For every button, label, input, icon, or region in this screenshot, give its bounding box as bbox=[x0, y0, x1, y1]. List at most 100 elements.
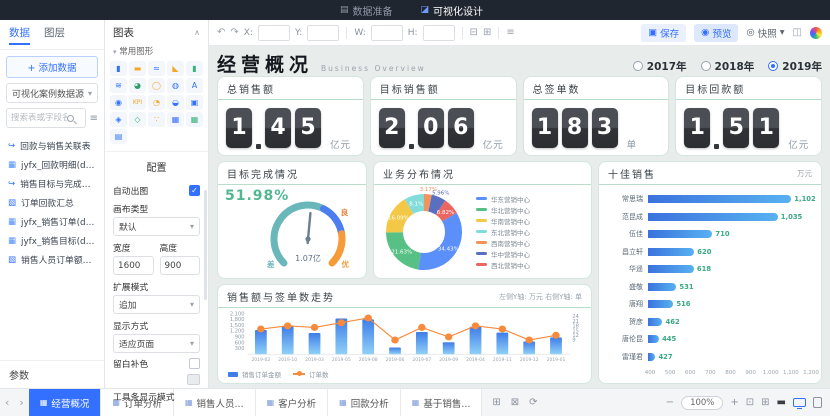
gauge-card[interactable]: 目标完成情况 51.98% 差良优1.07亿 bbox=[217, 161, 367, 279]
snapshot-button[interactable]: ◎ 快照 ▾ bbox=[746, 26, 784, 40]
y-input[interactable] bbox=[307, 25, 339, 41]
collapse-icon[interactable]: ∧ bbox=[194, 28, 200, 37]
datasource-select[interactable]: 可视化案例数据源 ▾ bbox=[6, 83, 98, 103]
sheet-tab[interactable]: ▦经营概况 bbox=[29, 389, 102, 416]
scatter-map-icon[interactable]: ∵ bbox=[148, 112, 165, 127]
preview-button[interactable]: ◉ 预览 bbox=[694, 24, 738, 42]
year-radio[interactable]: 2017年 bbox=[633, 59, 687, 74]
kpi-card[interactable]: 目标销售额206亿元 bbox=[370, 76, 517, 156]
data-list-item[interactable]: ↪销售目标与完成对比 bbox=[0, 174, 104, 193]
auto-layout-checkbox[interactable]: ✓ bbox=[189, 185, 200, 196]
gauge-chart-icon[interactable]: ◔ bbox=[148, 95, 165, 110]
bar[interactable] bbox=[648, 230, 712, 238]
redo-icon[interactable]: ↷ bbox=[230, 27, 238, 38]
data-list-item[interactable]: ▧销售人员订单额汇总 bbox=[0, 250, 104, 269]
data-list-item[interactable]: ▧订单回款汇总 bbox=[0, 193, 104, 212]
undo-icon[interactable]: ↶ bbox=[217, 27, 225, 38]
sidebar-tab[interactable]: 数据 bbox=[9, 25, 30, 45]
top10-card[interactable]: 十佳销售 万元 常思瑞1,102范昆成1,035伍佳710昌立轩620华遥618… bbox=[598, 161, 822, 384]
theme-color-icon[interactable] bbox=[810, 27, 822, 39]
bar[interactable] bbox=[648, 213, 778, 221]
zoom-level[interactable]: 100% bbox=[681, 396, 723, 410]
layout-grid-icon[interactable]: ◫ bbox=[793, 27, 802, 38]
year-radio[interactable]: 2019年 bbox=[768, 59, 822, 74]
sheet-tab[interactable]: ▦回款分析 bbox=[328, 389, 401, 416]
legend-item[interactable]: 华东营销中心 bbox=[476, 194, 587, 204]
text-chart-icon[interactable]: A bbox=[186, 78, 203, 93]
fit-screen-icon[interactable]: ⊡ bbox=[746, 397, 754, 408]
bar[interactable] bbox=[648, 300, 673, 308]
desktop-preview-icon[interactable] bbox=[793, 398, 806, 407]
pivot-table-icon[interactable]: ▦ bbox=[186, 112, 203, 127]
trend-card[interactable]: 销售额与签单数走势 左侧Y轴: 万元 右侧Y轴: 单 3006009001,20… bbox=[217, 284, 592, 384]
display-mode-select[interactable]: 适应页面 ▾ bbox=[113, 334, 200, 353]
sidebar-tab[interactable]: 图层 bbox=[44, 25, 65, 45]
legend-item[interactable]: 华北营销中心 bbox=[476, 205, 587, 215]
ring-chart-icon[interactable]: ◯ bbox=[148, 78, 165, 93]
bar[interactable] bbox=[648, 248, 694, 256]
mobile-preview-icon[interactable] bbox=[813, 397, 822, 408]
layer-icon[interactable]: ⊞ bbox=[483, 27, 491, 38]
next-sheet-icon[interactable]: › bbox=[14, 396, 28, 409]
kpi-card[interactable]: 总销售额145亿元 bbox=[217, 76, 364, 156]
world-map-icon[interactable]: ◉ bbox=[110, 95, 127, 110]
legend-item[interactable]: 订单数 bbox=[293, 369, 329, 379]
search-input[interactable] bbox=[11, 113, 67, 123]
data-list-item[interactable]: ▦jyfx_销售目标(data) bbox=[0, 231, 104, 250]
legend-item[interactable]: 销售订单金额 bbox=[228, 369, 281, 379]
h-input[interactable] bbox=[423, 25, 455, 41]
nav-item[interactable]: ◪可视化设计 bbox=[421, 3, 484, 18]
card-chart-icon[interactable]: ▣ bbox=[186, 95, 203, 110]
refresh-icon[interactable]: ⟳ bbox=[529, 397, 537, 408]
rank-chart-icon[interactable]: ≋ bbox=[110, 78, 127, 93]
save-button[interactable]: ▣ 保存 bbox=[641, 24, 686, 42]
data-list-item[interactable]: ▦jyfx_回款明细(data) bbox=[0, 155, 104, 174]
year-radio[interactable]: 2018年 bbox=[701, 59, 755, 74]
canvas-height-input[interactable] bbox=[160, 256, 201, 275]
prev-sheet-icon[interactable]: ‹ bbox=[0, 396, 14, 409]
padding-color-checkbox[interactable] bbox=[189, 358, 200, 369]
kpi-card-icon[interactable]: KPI bbox=[129, 95, 146, 110]
padding-color-swatch[interactable] bbox=[187, 374, 200, 385]
bar[interactable] bbox=[648, 283, 676, 291]
bar[interactable] bbox=[648, 265, 694, 273]
legend-item[interactable]: 华南营销中心 bbox=[476, 216, 587, 226]
list-icon[interactable]: ≡ bbox=[506, 27, 514, 38]
nav-item[interactable]: ▤数据准备 bbox=[340, 3, 393, 18]
kpi-card[interactable]: 总签单数183单 bbox=[523, 76, 670, 156]
donut-card[interactable]: 业务分布情况 3.17%5.96%6.82%34.43%21.63%16.09%… bbox=[373, 161, 592, 279]
data-list-item[interactable]: ↪回款与销售关联表 bbox=[0, 136, 104, 155]
new-sheet-icon[interactable]: ⊞ bbox=[492, 397, 500, 408]
canvas-type-select[interactable]: 默认 ▾ bbox=[113, 217, 200, 236]
detail-table-icon[interactable]: ▤ bbox=[110, 129, 127, 144]
add-data-button[interactable]: + 添加数据 bbox=[6, 56, 98, 78]
legend-item[interactable]: 华中营销中心 bbox=[476, 249, 587, 259]
common-charts-section[interactable]: ▾ 常用图形 bbox=[105, 44, 208, 61]
grid-view-icon[interactable]: ⊞ bbox=[761, 397, 769, 408]
line-chart-icon[interactable]: ≈ bbox=[148, 61, 165, 76]
sheet-tab[interactable]: ▦客户分析 bbox=[256, 389, 329, 416]
kpi-card[interactable]: 目标回款额151亿元 bbox=[675, 76, 822, 156]
params-section[interactable]: 参数 bbox=[0, 360, 104, 388]
legend-item[interactable]: 西北营销中心 bbox=[476, 260, 587, 270]
bar-chart-icon[interactable]: ▮ bbox=[110, 61, 127, 76]
legend-item[interactable]: 西南营销中心 bbox=[476, 238, 587, 248]
x-input[interactable] bbox=[258, 25, 290, 41]
combo-chart-icon[interactable]: ▮ bbox=[186, 61, 203, 76]
legend-item[interactable]: 东北营销中心 bbox=[476, 227, 587, 237]
fullscreen-icon[interactable]: ▬ bbox=[777, 397, 786, 408]
map-chart-icon[interactable]: ◈ bbox=[110, 112, 127, 127]
sheet-tab[interactable]: ▦基于销售... bbox=[401, 389, 483, 416]
pie-chart-icon[interactable]: ◕ bbox=[129, 78, 146, 93]
bar[interactable] bbox=[648, 195, 791, 203]
liquid-chart-icon[interactable]: ◒ bbox=[167, 95, 184, 110]
copy-sheet-icon[interactable]: ⊠ bbox=[511, 397, 519, 408]
extend-mode-select[interactable]: 追加 ▾ bbox=[113, 295, 200, 314]
zoom-in-icon[interactable]: + bbox=[730, 397, 738, 408]
area-map-icon[interactable]: ◇ bbox=[129, 112, 146, 127]
scrollbar[interactable] bbox=[204, 190, 207, 300]
bar[interactable] bbox=[648, 318, 662, 326]
w-input[interactable] bbox=[371, 25, 403, 41]
zoom-out-icon[interactable]: − bbox=[666, 397, 674, 408]
area-chart-icon[interactable]: ◣ bbox=[167, 61, 184, 76]
